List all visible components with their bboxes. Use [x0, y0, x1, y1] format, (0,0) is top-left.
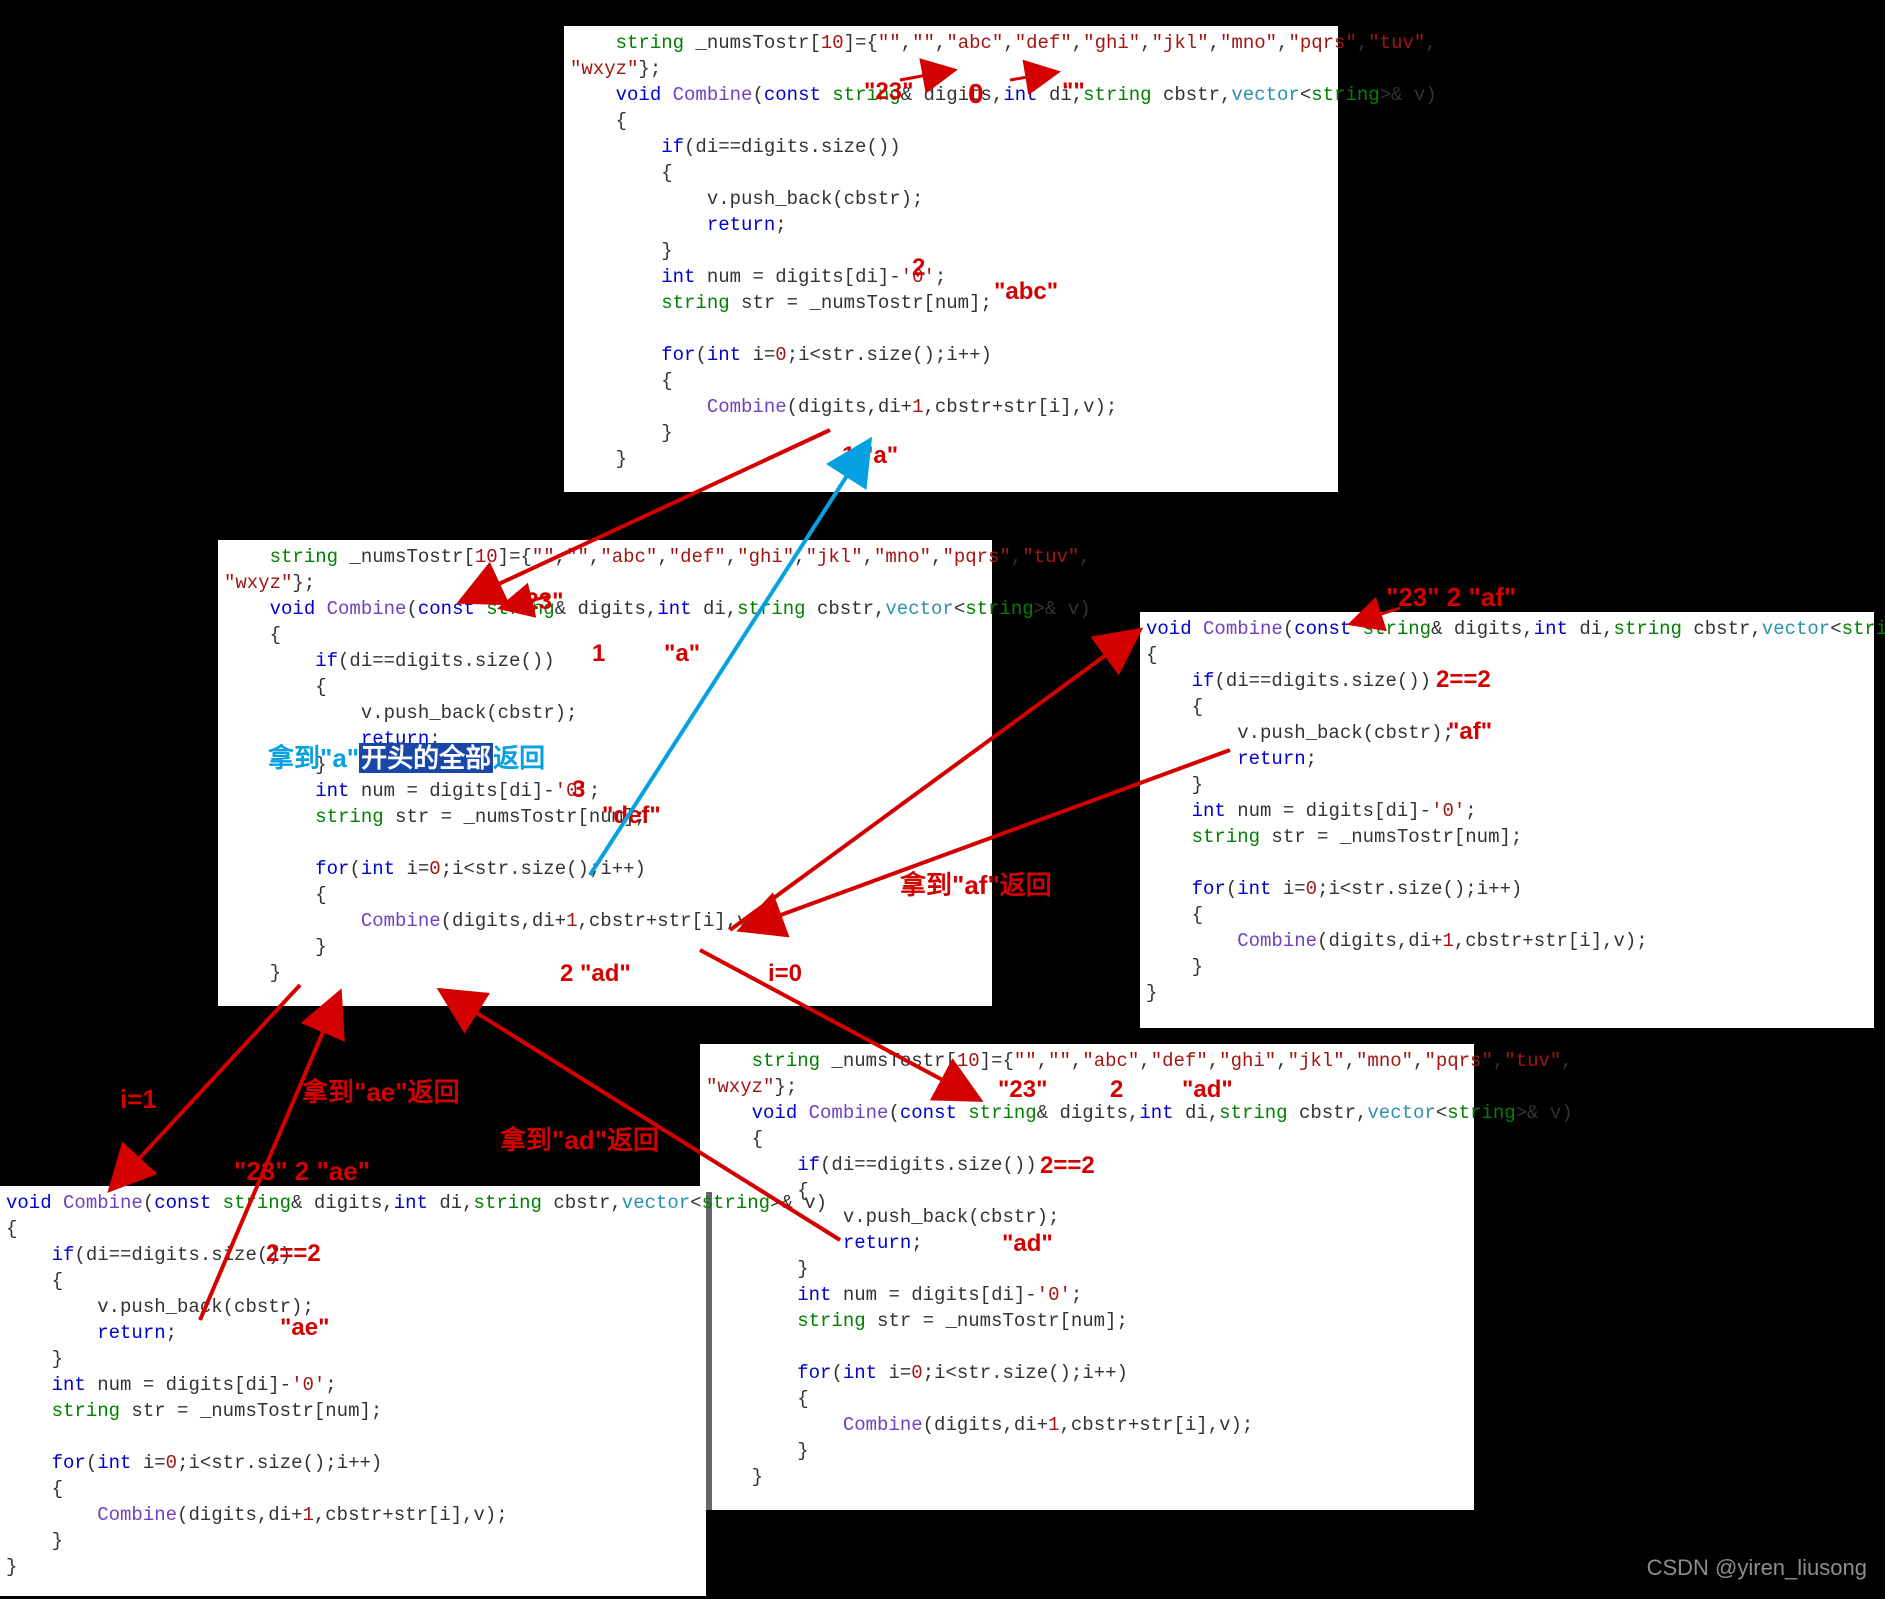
left-annot-a: "a" [664, 640, 700, 668]
arrow-label-ad: 拿到"ad"返回 [500, 1120, 659, 1157]
top-annot-1a: 1 "a" [842, 442, 898, 470]
watermark: CSDN @yiren_liusong [1647, 1555, 1867, 1581]
right-annot-af: "af" [1448, 718, 1492, 746]
mid-annot-2: 2 [1110, 1076, 1123, 1104]
left-annot-af: 拿到"af"返回 [900, 865, 1052, 902]
code-block: void Combine(const string& digits,int di… [1140, 612, 1874, 1016]
cyan-post: 返回 [493, 743, 545, 773]
cyan-pre: 拿到"a" [268, 743, 359, 773]
top-annot-23: "23" [864, 78, 913, 106]
bl-annot-ae: "ae" [280, 1314, 329, 1342]
left-annot-def: "def" [602, 802, 661, 830]
code-panel-bottom-mid: string _numsTostr[10]={"","","abc","def"… [700, 1044, 1474, 1510]
mid-annot-22: 2==2 [1040, 1152, 1095, 1180]
top-annot-2: 2 [912, 254, 925, 282]
left-annot-i0: i=0 [768, 960, 802, 988]
left-annot-23: "23" [514, 588, 563, 616]
left-annot-3: 3 [572, 776, 585, 804]
bl-annot-header: "23" 2 "ae" [234, 1156, 370, 1187]
top-annot-abc: "abc" [994, 278, 1058, 306]
bl-annot-22: 2==2 [266, 1240, 321, 1268]
code-panel-top: string _numsTostr[10]={"","","abc","def"… [564, 26, 1338, 492]
code-block: string _numsTostr[10]={"","","abc","def"… [700, 1044, 1474, 1500]
top-annot-empty: "" [1062, 78, 1085, 106]
mid-annot-ad2: "ad" [1002, 1230, 1053, 1258]
code-panel-bottom-left: void Combine(const string& digits,int di… [0, 1186, 706, 1596]
code-block: void Combine(const string& digits,int di… [0, 1186, 706, 1590]
left-annot-2ad: 2 "ad" [560, 960, 631, 988]
code-panel-right: void Combine(const string& digits,int di… [1140, 612, 1874, 1028]
arrow-label-i1: i=1 [120, 1084, 157, 1115]
mid-annot-23: "23" [998, 1076, 1047, 1104]
mid-annot-ad: "ad" [1182, 1076, 1233, 1104]
right-annot-22: 2==2 [1436, 666, 1491, 694]
arrow-label-ae: 拿到"ae"返回 [302, 1072, 460, 1109]
left-annot-cyan: 拿到"a"开头的全部返回 [268, 738, 545, 775]
cyan-hl: 开头的全部 [359, 743, 493, 773]
code-block: string _numsTostr[10]={"","","abc","def"… [564, 26, 1338, 482]
top-annot-0: 0 [968, 78, 984, 110]
code-panel-left: string _numsTostr[10]={"","","abc","def"… [218, 540, 992, 1006]
left-annot-1: 1 [592, 640, 605, 668]
right-annot-header: "23" 2 "af" [1386, 582, 1516, 613]
